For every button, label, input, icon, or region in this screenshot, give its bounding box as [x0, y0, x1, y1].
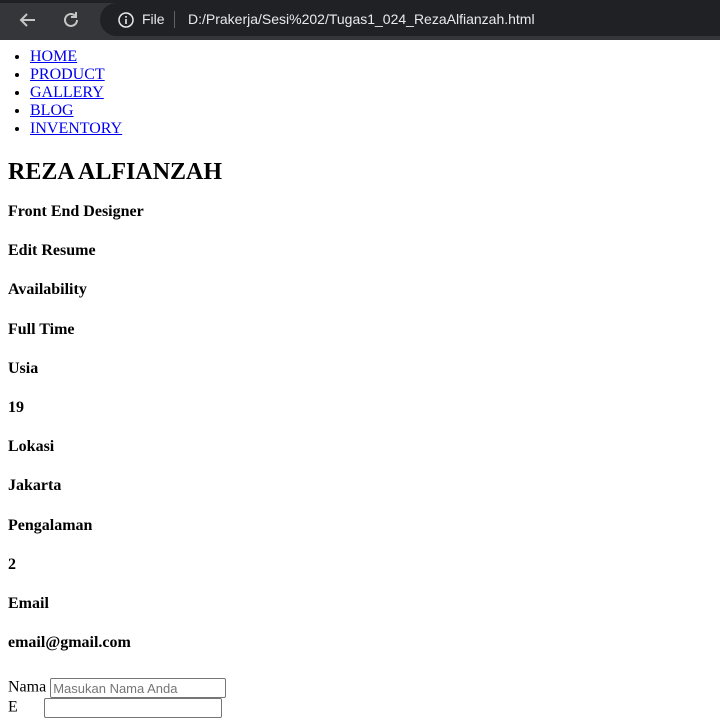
back-button[interactable]: [14, 6, 42, 34]
availability-label: Availability: [8, 281, 87, 299]
reload-icon: [64, 12, 78, 27]
experience-value: 2: [8, 555, 16, 573]
name-label: Nama: [8, 678, 47, 696]
nav-item-home: HOME: [30, 48, 720, 66]
info-icon[interactable]: [117, 11, 135, 29]
age-value: 19: [8, 398, 24, 416]
availability-value: Full Time: [8, 320, 75, 338]
reload-button[interactable]: [57, 6, 85, 34]
address-separator: [174, 11, 175, 28]
experience-label: Pengalaman: [8, 516, 93, 534]
arrow-left-icon: [19, 13, 35, 27]
url-text[interactable]: D:/Prakerja/Sesi%202/Tugas1_024_RezaAlfi…: [188, 11, 535, 27]
email-value: email@gmail.com: [8, 634, 131, 652]
name-form-row: Nama: [8, 678, 227, 698]
nav-item-blog: BLOG: [30, 102, 720, 120]
nav-list: HOME PRODUCT GALLERY BLOG INVENTORY: [0, 48, 720, 138]
address-bar[interactable]: File D:/Prakerja/Sesi%202/Tugas1_024_Rez…: [100, 3, 720, 36]
page-content: HOME PRODUCT GALLERY BLOG INVENTORY REZA…: [0, 40, 720, 673]
nav-item-gallery: GALLERY: [30, 84, 720, 102]
age-label: Usia: [8, 359, 39, 377]
nav-item-product: PRODUCT: [30, 66, 720, 84]
nav-link-home[interactable]: HOME: [30, 48, 77, 65]
location-value: Jakarta: [8, 477, 62, 495]
profile-name: REZA ALFIANZAH: [8, 159, 223, 185]
nav-link-blog[interactable]: BLOG: [30, 102, 74, 119]
profile-info: Front End Designer Edit Resume Availabil…: [8, 203, 712, 673]
browser-toolbar: File D:/Prakerja/Sesi%202/Tugas1_024_Rez…: [0, 0, 720, 40]
second-field-label: E: [8, 698, 18, 716]
edit-resume-heading: Edit Resume: [8, 242, 96, 260]
second-form-row: E: [8, 698, 222, 718]
nav-link-inventory[interactable]: INVENTORY: [30, 120, 122, 137]
location-label: Lokasi: [8, 438, 55, 456]
nav-item-inventory: INVENTORY: [30, 120, 720, 138]
site-scheme-label: File: [142, 11, 165, 27]
nav-link-product[interactable]: PRODUCT: [30, 66, 105, 83]
nav-link-gallery[interactable]: GALLERY: [30, 84, 104, 101]
email-label: Email: [8, 594, 49, 612]
second-field-input[interactable]: [43, 698, 222, 718]
job-title: Front End Designer: [8, 203, 144, 220]
name-input[interactable]: [50, 678, 227, 698]
